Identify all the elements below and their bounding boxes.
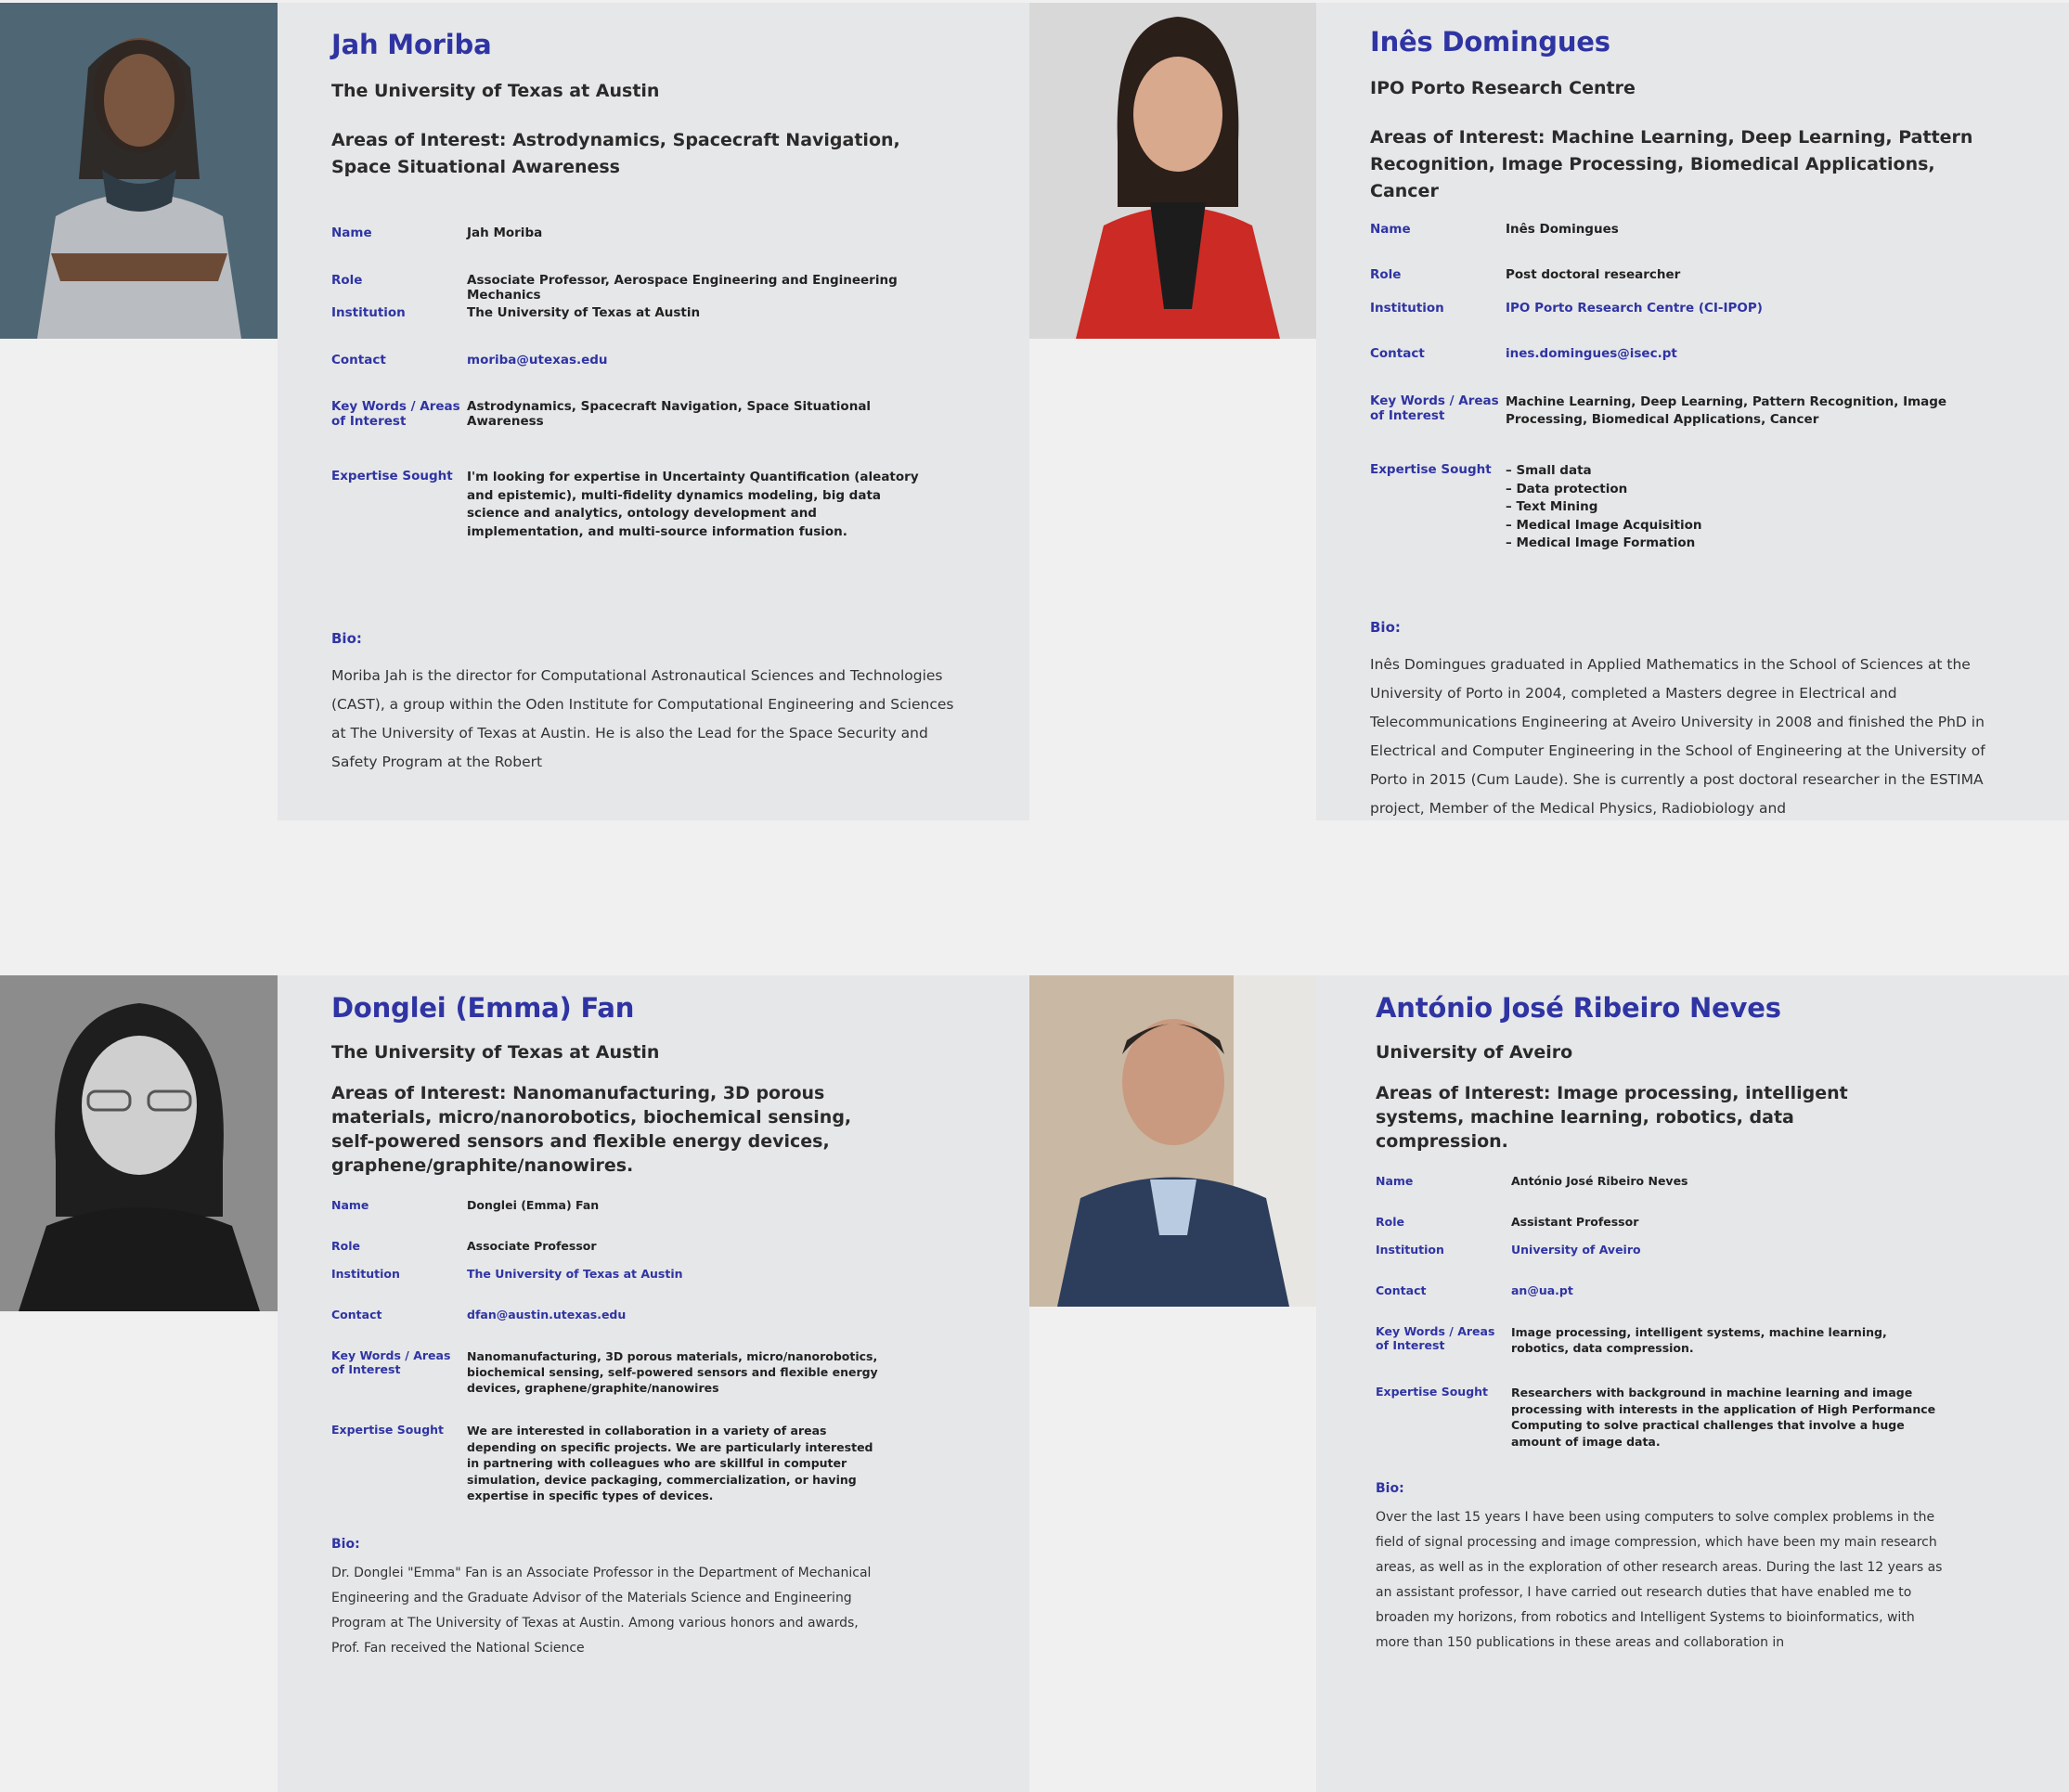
portrait-image — [0, 975, 278, 1311]
label-keywords: Key Words / Areas of Interest — [331, 399, 460, 429]
label-contact: Contact — [331, 1308, 382, 1321]
label-name: Name — [331, 226, 372, 240]
profile-card: Jah Moriba The University of Texas at Au… — [278, 3, 1029, 820]
label-institution: Institution — [1370, 301, 1444, 316]
institution-heading: The University of Texas at Austin — [331, 81, 660, 101]
areas-of-interest: Areas of Interest: Astrodynamics, Spacec… — [331, 130, 900, 177]
label-role: Role — [1376, 1215, 1404, 1229]
label-institution: Institution — [1376, 1243, 1444, 1257]
person-name: Donglei (Emma) Fan — [331, 992, 635, 1024]
profile-photo — [0, 3, 278, 339]
bio-text: Inês Domingues graduated in Applied Math… — [1370, 656, 1985, 817]
label-role: Role — [331, 273, 363, 288]
bio-text: Over the last 15 years I have been using… — [1376, 1510, 1943, 1650]
profile-card: António José Ribeiro Neves University of… — [1316, 975, 2069, 1792]
areas-of-interest: Areas of Interest: Nanomanufacturing, 3D… — [331, 1083, 852, 1176]
expertise-item: – Text Mining — [1506, 499, 1598, 514]
value-name: Donglei (Emma) Fan — [467, 1198, 600, 1212]
value-role: Post doctoral researcher — [1506, 267, 1681, 282]
value-keywords: Astrodynamics, Spacecraft Navigation, Sp… — [467, 399, 872, 429]
value-keywords: Machine Learning, Deep Learning, Pattern… — [1506, 394, 1947, 427]
person-name: António José Ribeiro Neves — [1376, 992, 1781, 1024]
label-keywords: Key Words / Areas of Interest — [1370, 393, 1499, 423]
info-table: Name Donglei (Emma) Fan Role Associate Pro… — [331, 1198, 888, 1504]
value-role: Associate Professor, Aerospace Engineeri… — [467, 273, 898, 303]
expertise-item: – Medical Image Formation — [1506, 535, 1696, 550]
expertise-item: – Data protection — [1506, 481, 1628, 496]
contact-email-link[interactable]: ines.domingues@isec.pt — [1506, 346, 2011, 393]
expertise-item: – Medical Image Acquisition — [1506, 517, 1702, 533]
contact-email-link[interactable]: moriba@utexas.edu — [467, 353, 935, 399]
label-name: Name — [1370, 222, 1411, 237]
institution-heading: University of Aveiro — [1376, 1042, 1573, 1063]
expertise-item: – Small data — [1506, 463, 1592, 478]
profile-photo — [0, 975, 278, 1311]
institution-heading: The University of Texas at Austin — [331, 1042, 660, 1063]
label-name: Name — [1376, 1174, 1414, 1188]
bio-text: Dr. Donglei "Emma" Fan is an Associate P… — [331, 1566, 872, 1656]
label-institution: Institution — [331, 305, 406, 320]
bio-text: Moriba Jah is the director for Computati… — [331, 667, 954, 770]
profile-card: Inês Domingues IPO Porto Research Centre… — [1316, 3, 2069, 820]
profile-card: Donglei (Emma) Fan The University of Tex… — [278, 975, 1029, 1792]
label-keywords: Key Words / Areas of Interest — [331, 1348, 451, 1376]
portrait-image — [0, 3, 278, 339]
label-contact: Contact — [1370, 346, 1425, 361]
institution-link[interactable]: IPO Porto Research Centre (CI-IPOP) — [1506, 301, 2011, 346]
bio-heading: Bio: — [331, 1537, 360, 1552]
label-role: Role — [331, 1239, 360, 1253]
value-expertise: Researchers with background in machine l… — [1511, 1386, 1936, 1449]
portrait-image — [1029, 3, 1316, 339]
bio-heading: Bio: — [331, 630, 362, 647]
label-institution: Institution — [331, 1267, 400, 1281]
label-expertise: Expertise Sought — [331, 469, 453, 483]
areas-of-interest: Areas of Interest: Machine Learning, Dee… — [1370, 127, 1973, 201]
info-table: Name Inês Domingues Role Post doctoral res… — [1370, 222, 2011, 553]
label-contact: Contact — [1376, 1283, 1427, 1297]
label-contact: Contact — [331, 353, 386, 367]
info-table: Name Jah Moriba Role Associate Professor, … — [331, 226, 935, 541]
value-keywords: Image processing, intelligent systems, m… — [1511, 1325, 1887, 1355]
person-name: Inês Domingues — [1370, 26, 1610, 58]
value-role: Assistant Professor — [1511, 1215, 1639, 1229]
areas-of-interest: Areas of Interest: Image processing, int… — [1376, 1083, 1848, 1152]
person-name: Jah Moriba — [331, 29, 492, 60]
value-expertise-list: – Small data – Data protection – Text Mi… — [1506, 462, 2011, 553]
label-role: Role — [1370, 267, 1402, 282]
label-keywords: Key Words / Areas of Interest — [1376, 1324, 1495, 1352]
profile-photo — [1029, 975, 1316, 1307]
value-expertise: We are interested in collaboration in a … — [467, 1424, 873, 1502]
label-expertise: Expertise Sought — [1376, 1385, 1489, 1399]
contact-email-link[interactable]: dfan@austin.utexas.edu — [467, 1308, 888, 1348]
value-name: António José Ribeiro Neves — [1511, 1174, 1688, 1188]
institution-link[interactable]: University of Aveiro — [1511, 1243, 1942, 1283]
value-role: Associate Professor — [467, 1239, 597, 1253]
value-name: Inês Domingues — [1506, 222, 1619, 237]
institution-heading: IPO Porto Research Centre — [1370, 78, 1636, 98]
value-institution: The University of Texas at Austin — [467, 305, 701, 320]
institution-link[interactable]: The University of Texas at Austin — [467, 1267, 888, 1308]
value-name: Jah Moriba — [467, 226, 543, 240]
label-name: Name — [331, 1198, 369, 1212]
value-keywords: Nanomanufacturing, 3D porous materials, … — [467, 1349, 878, 1395]
label-expertise: Expertise Sought — [1370, 462, 1492, 477]
info-table: Name António José Ribeiro Neves Role Assis… — [1376, 1174, 1942, 1450]
value-expertise: I'm looking for expertise in Uncertainty… — [467, 470, 919, 539]
profile-photo — [1029, 3, 1316, 339]
bio-heading: Bio: — [1376, 1481, 1404, 1496]
bio-heading: Bio: — [1370, 619, 1401, 636]
portrait-image — [1029, 975, 1316, 1307]
label-expertise: Expertise Sought — [331, 1423, 445, 1437]
contact-email-link[interactable]: an@ua.pt — [1511, 1283, 1942, 1324]
